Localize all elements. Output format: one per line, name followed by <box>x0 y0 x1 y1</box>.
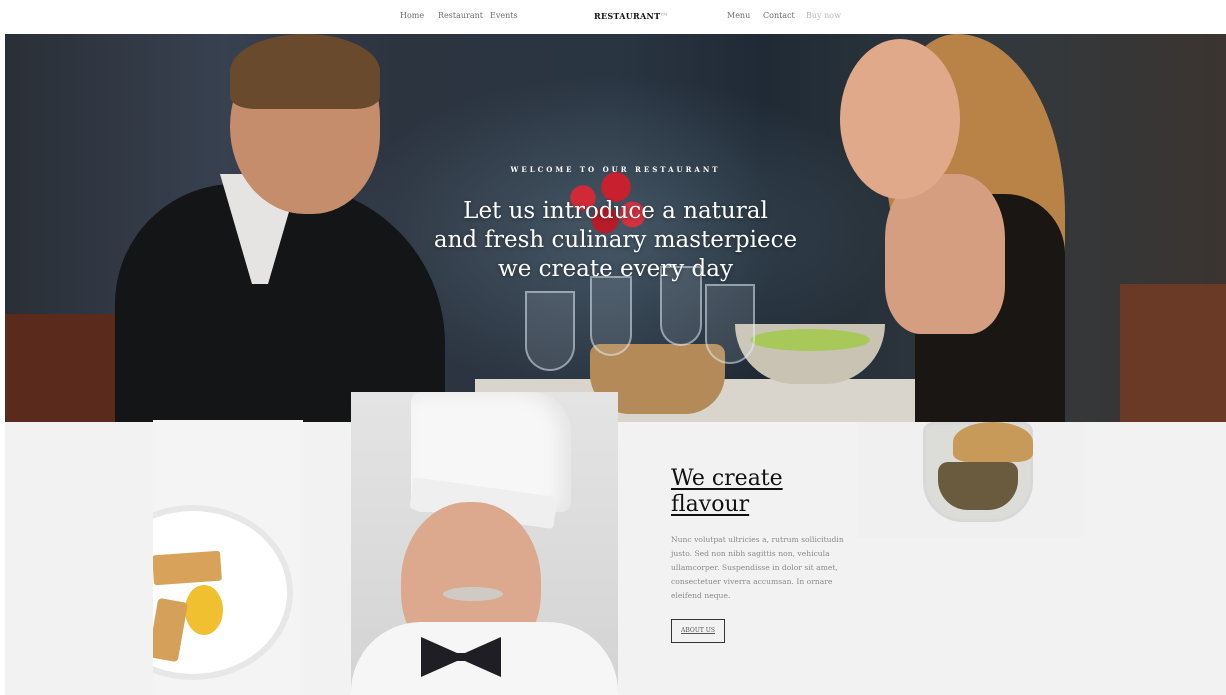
nav-link-home[interactable]: Home <box>400 11 424 20</box>
top-navigation: Home Restaurant Events RESTAURANTTM Menu… <box>0 0 1226 34</box>
nav-link-contact[interactable]: Contact <box>763 11 795 20</box>
spring-roll <box>153 550 222 586</box>
hero-headline-line: and fresh culinary masterpiece <box>433 227 798 253</box>
chef-portrait-image <box>351 392 618 695</box>
hero-headline-line: we create every day <box>498 256 733 282</box>
jar-food <box>938 462 1018 510</box>
feature-text-block: We create flavour Nunc volutpat ultricie… <box>671 466 871 643</box>
jar-bread <box>953 422 1033 462</box>
hero-headline-line: Let us introduce a natural <box>463 198 768 224</box>
hero-banner: WELCOME TO OUR RESTAURANT Let us introdu… <box>5 34 1226 422</box>
feature-title-line: We create <box>671 466 783 491</box>
feature-title-line: flavour <box>671 492 750 517</box>
logo-text: RESTAURANT <box>594 11 661 21</box>
chef-mustache <box>443 587 503 601</box>
hero-man-hair <box>230 34 380 109</box>
nav-link-restaurant[interactable]: Restaurant <box>438 11 483 20</box>
feature-title: We create flavour <box>671 466 871 518</box>
jar-dish-image <box>858 422 1083 537</box>
nav-link-menu[interactable]: Menu <box>727 11 750 20</box>
feature-body-text: Nunc volutpat ultricies a, rutrum sollic… <box>671 535 844 600</box>
hero-wine-glass <box>705 284 755 364</box>
hero-chair-right <box>1120 284 1226 422</box>
site-logo[interactable]: RESTAURANTTM <box>594 11 668 21</box>
about-us-button[interactable]: ABOUT US <box>671 619 725 643</box>
hero-woman-head <box>840 39 960 199</box>
logo-trademark: TM <box>660 11 668 17</box>
nav-link-events[interactable]: Events <box>490 11 518 20</box>
plated-dish-image <box>153 420 303 695</box>
sauce <box>185 585 223 635</box>
hero-wine-glass <box>590 276 632 356</box>
hero-kicker: WELCOME TO OUR RESTAURANT <box>510 165 721 174</box>
hero-wine-glass <box>525 291 575 371</box>
hero-headline: Let us introduce a natural and fresh cul… <box>5 197 1226 284</box>
hero-chair-left <box>5 314 115 422</box>
hero-salad <box>750 329 870 351</box>
nav-link-buy-now[interactable]: Buy now <box>806 11 841 20</box>
